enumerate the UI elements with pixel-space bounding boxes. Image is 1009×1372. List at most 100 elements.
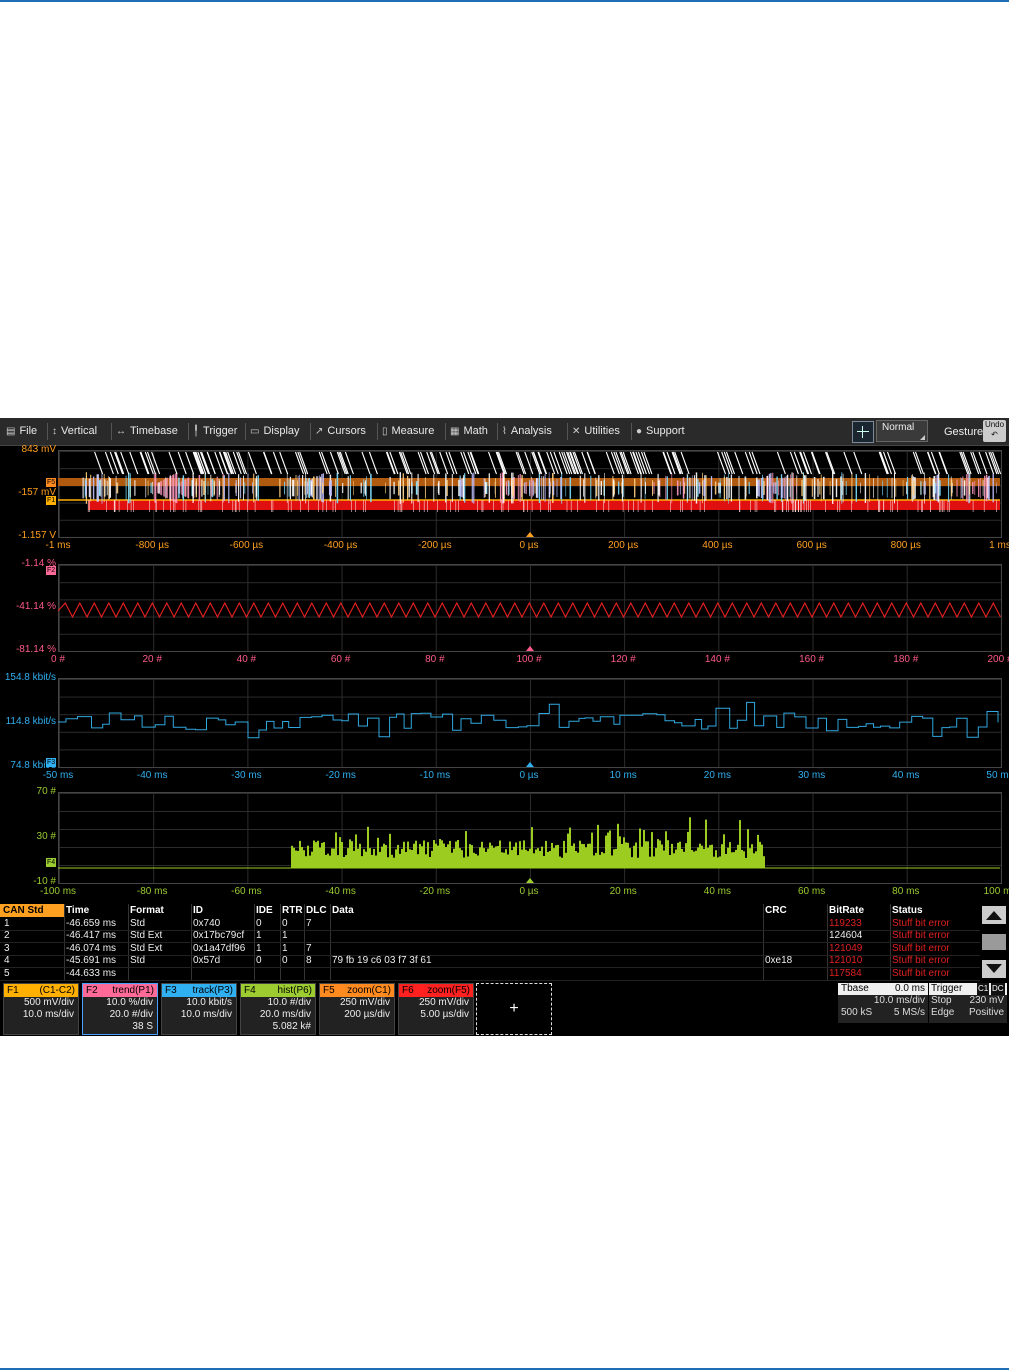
histogram-bar: [621, 844, 623, 868]
table-row[interactable]: 5 -44.633 ms 117584 Stuff bit error: [0, 968, 980, 981]
histogram-bar: [353, 850, 355, 868]
decode-annotation-mark: [247, 451, 257, 475]
menu-display[interactable]: ▭ Display: [250, 418, 300, 445]
scroll-up-button[interactable]: [982, 906, 1006, 924]
descriptor-header: F5 zoom(C1): [320, 984, 394, 997]
table-row[interactable]: 2 -46.417 ms Std Ext 0x17bc79cf 1 1 124604 Stuf…: [0, 930, 980, 944]
scroll-down-button[interactable]: [982, 960, 1006, 978]
histogram-bar: [503, 852, 505, 868]
column-header[interactable]: ID: [193, 905, 203, 916]
trigger-mode-select[interactable]: Normal: [876, 420, 928, 442]
histogram-bar: [421, 846, 423, 868]
decode-annotation-mark: [177, 451, 187, 475]
histogram-bar: [559, 856, 561, 868]
histogram-bar: [481, 841, 483, 868]
add-trace-button[interactable]: +: [476, 983, 552, 1035]
menu-measure[interactable]: ▯ Measure: [382, 418, 434, 445]
descriptor-f3[interactable]: F3 track(P3) 10.0 kbit/s 10.0 ms/div: [161, 983, 237, 1035]
column-header[interactable]: CRC: [765, 905, 787, 916]
decode-annotation-mark: [469, 451, 479, 475]
descriptor-f5[interactable]: F5 zoom(C1) 250 mV/div 200 µs/div: [319, 983, 395, 1035]
histogram-bar: [713, 856, 715, 868]
column-header[interactable]: Data: [332, 905, 354, 916]
x-axis-label: 40 ms: [703, 886, 732, 897]
cell-format: Std: [130, 955, 146, 967]
descriptor-f2[interactable]: F2 trend(P1) 10.0 %/div 20.0 #/div 38 S: [82, 983, 158, 1035]
histogram-bar: [701, 845, 703, 868]
histogram-bar: [555, 845, 557, 868]
descriptor-f6[interactable]: F6 zoom(F5) 250 mV/div 5.00 µs/div: [398, 983, 474, 1035]
column-header[interactable]: BitRate: [829, 905, 864, 916]
can-decode-table[interactable]: CAN Std Time Format ID IDE RTR DLC Data CRC BitRa…: [0, 904, 980, 981]
histogram-bar: [761, 844, 763, 868]
cursor-icon: ↗: [315, 426, 324, 437]
column-header[interactable]: Format: [130, 905, 164, 916]
decode-annotation-mark: [992, 451, 1002, 475]
column-header[interactable]: Status: [892, 905, 923, 916]
zoom-trace-panel[interactable]: 843 mV -157 mV -1.157 V -1 ms -800 µs -600 µs…: [0, 444, 1009, 552]
page-top-rule: [0, 0, 1009, 2]
dropdown-corner-icon: [920, 435, 925, 440]
column-header[interactable]: Time: [66, 905, 89, 916]
timebase-delay: 0.0 ms: [894, 983, 925, 994]
horizontal-arrow-icon: ↔: [116, 426, 126, 437]
histogram-bar: [407, 841, 409, 868]
table-scrollbar[interactable]: [982, 906, 1007, 980]
histogram-bar: [587, 843, 589, 868]
decode-annotation-mark: [272, 451, 282, 475]
timebase-descriptor[interactable]: Tbase 0.0 ms 10.0 ms/div 500 kS 5 MS/s: [838, 983, 928, 1023]
trigger-descriptor[interactable]: Trigger C1 DC Stop 230 mV Edge Positive: [929, 983, 1007, 1023]
x-axis-label: -80 ms: [136, 886, 168, 897]
track-trace-panel[interactable]: 154.8 kbit/s 114.8 kbit/s 74.8 kbit/s -50 m…: [0, 672, 1009, 782]
histogram-bar: [633, 845, 635, 868]
cell-crc: 0xe18: [765, 955, 793, 967]
histogram-bar: [321, 842, 323, 868]
histogram-bar: [709, 845, 711, 868]
decode-annotation-mark: [776, 451, 786, 475]
histogram-bar: [509, 841, 511, 868]
decode-annotation-mark: [824, 451, 835, 475]
column-header[interactable]: IDE: [256, 905, 273, 916]
histogram-bar: [631, 857, 633, 868]
menu-timebase[interactable]: ↔ Timebase: [116, 418, 178, 445]
cell-bitrate: 117584: [829, 967, 862, 979]
histogram-bar: [717, 857, 719, 868]
grid-layout-icon[interactable]: [852, 421, 874, 443]
table-row[interactable]: 1 -46.659 ms Std 0x740 0 0 7 119233 Stuff bit er…: [0, 918, 980, 931]
column-header[interactable]: RTR: [282, 905, 303, 916]
x-axis-label: 0 µs: [519, 770, 539, 781]
scroll-track[interactable]: [982, 934, 1006, 950]
trend-trace-line: [57, 601, 1002, 619]
undo-button[interactable]: Undo ↶: [983, 420, 1006, 442]
histogram-bar: [315, 842, 317, 868]
row-number: 3: [4, 942, 10, 954]
descriptor-f4[interactable]: F4 hist(P6) 10.0 #/div 20.0 ms/div 5.082 k#: [240, 983, 316, 1035]
histogram-bar: [755, 851, 757, 868]
histogram-bar: [625, 842, 627, 868]
menu-utilities[interactable]: ✕ Utilities: [572, 418, 620, 445]
descriptor-value: 5.00 µs/div: [420, 1009, 469, 1020]
histogram-bar: [423, 840, 425, 868]
histogram-bar: [401, 848, 403, 868]
timebase-title: Tbase: [841, 983, 869, 994]
decode-annotation-mark: [429, 451, 439, 475]
menu-analysis[interactable]: ⌇ Analysis: [502, 418, 552, 445]
descriptor-value: 10.0 #/div: [267, 997, 311, 1008]
menu-file[interactable]: ▤ File: [6, 418, 37, 445]
descriptor-f1[interactable]: F1 (C1-C2) 500 mV/div 10.0 ms/div: [3, 983, 79, 1035]
menu-cursors[interactable]: ↗ Cursors: [315, 418, 366, 445]
histogram-bar: [355, 834, 357, 868]
menu-vertical[interactable]: ↕ Vertical: [52, 418, 97, 445]
table-row[interactable]: 3 -46.074 ms Std Ext 0x1a47df96 1 1 7 121049 Stu…: [0, 943, 980, 956]
trend-trace-panel[interactable]: -1.14 % -41.14 % -81.14 % 0 #20 #40 #60 #80…: [0, 558, 1009, 668]
histogram-bar: [715, 850, 717, 868]
clipboard-icon: ▤: [6, 426, 16, 437]
histogram-bar: [521, 849, 523, 868]
table-row[interactable]: 4 -45.691 ms Std 0x57d 0 0 8 79 fb 19 c6 03 f7 …: [0, 955, 980, 969]
menu-support[interactable]: ● Support: [636, 418, 685, 445]
menu-math[interactable]: ▦ Math: [450, 418, 488, 445]
menu-trigger[interactable]: ╿ Trigger: [193, 418, 237, 445]
ruler-icon: ▯: [382, 426, 388, 437]
histogram-trace-panel[interactable]: 70 #30 # -10 # -100 ms -80 ms -60 ms -40 ms -2…: [0, 786, 1009, 898]
column-header[interactable]: DLC: [306, 905, 327, 916]
